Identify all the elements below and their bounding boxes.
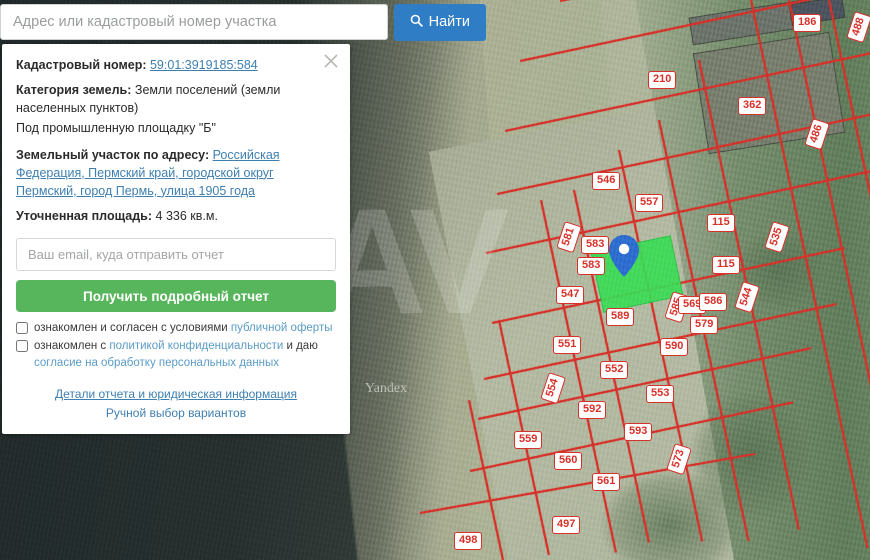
- consent-offer-text: ознакомлен и согласен с условиями публич…: [34, 321, 332, 337]
- search-button[interactable]: Найти: [393, 3, 486, 41]
- parcel-label[interactable]: 115: [707, 214, 735, 232]
- parcel-label[interactable]: 583: [581, 236, 610, 254]
- parcel-label[interactable]: 115: [712, 256, 740, 274]
- consent-privacy-row[interactable]: ознакомлен с политикой конфиденциальност…: [16, 339, 336, 355]
- parcel-label[interactable]: 586: [699, 293, 728, 311]
- land-category-label: Категория земель:: [16, 83, 132, 98]
- public-offer-link[interactable]: публичной оферты: [231, 322, 333, 334]
- consent-privacy-text: ознакомлен с политикой конфиденциальност…: [34, 339, 318, 355]
- panel-bottom-links: Детали отчета и юридическая информация Р…: [16, 386, 336, 423]
- parcel-label[interactable]: 590: [660, 338, 689, 356]
- parcel-label[interactable]: 592: [578, 401, 607, 419]
- parcel-label[interactable]: 561: [592, 473, 621, 491]
- parcel-label[interactable]: 553: [646, 385, 675, 403]
- search-button-label: Найти: [428, 14, 470, 30]
- parcel-label[interactable]: 589: [606, 308, 635, 326]
- consent-privacy-mid: и даю: [283, 339, 318, 352]
- privacy-policy-link[interactable]: политикой конфиденциальности: [109, 340, 283, 352]
- consent-privacy-pre: ознакомлен с: [34, 339, 110, 352]
- parcel-label[interactable]: 551: [553, 336, 582, 354]
- parcel-label[interactable]: 552: [600, 361, 629, 379]
- consent-offer-checkbox[interactable]: [16, 322, 28, 334]
- area-value: 4 336 кв.м.: [155, 208, 218, 223]
- report-details-link[interactable]: Детали отчета и юридическая информация: [16, 386, 336, 403]
- search-icon: [410, 14, 423, 31]
- parcel-label[interactable]: 560: [554, 452, 583, 470]
- parcel-label[interactable]: 186: [793, 14, 822, 32]
- search-bar[interactable]: Найти: [0, 3, 486, 41]
- area-row: Уточненная площадь: 4 336 кв.м.: [16, 207, 336, 225]
- consent-offer-row[interactable]: ознакомлен и согласен с условиями публич…: [16, 321, 336, 337]
- parcel-info-panel: Кадастровый номер: 59:01:3919185:584 Кат…: [2, 44, 350, 435]
- manual-selection-link[interactable]: Ручной выбор вариантов: [16, 405, 336, 422]
- parcel-label[interactable]: 579: [690, 316, 719, 334]
- parcel-label[interactable]: 547: [556, 286, 585, 304]
- get-report-button[interactable]: Получить подробный отчет: [16, 280, 336, 312]
- consent-privacy-continuation: согласие на обработку персональных данны…: [34, 356, 336, 372]
- parcel-label[interactable]: 583: [577, 257, 606, 275]
- land-category-row: Категория земель: Земли поселений (земли…: [16, 81, 336, 117]
- address-row: Земельный участок по адресу: Российская …: [16, 146, 336, 200]
- parcel-label[interactable]: 557: [635, 194, 664, 212]
- parcel-label[interactable]: 559: [514, 431, 543, 449]
- cadastral-number-row: Кадастровый номер: 59:01:3919185:584: [16, 56, 336, 74]
- land-category-note: Под промышленную площадку "Б": [16, 121, 216, 136]
- search-input[interactable]: [0, 4, 388, 40]
- address-label: Земельный участок по адресу:: [16, 147, 210, 162]
- close-icon[interactable]: [321, 51, 341, 71]
- parcel-label[interactable]: 593: [624, 423, 653, 441]
- personal-data-consent-link[interactable]: согласие на обработку персональных данны…: [34, 357, 279, 369]
- parcel-label[interactable]: 497: [552, 516, 581, 534]
- consent-privacy-checkbox[interactable]: [16, 339, 28, 352]
- cadastral-number-label: Кадастровый номер:: [16, 58, 147, 72]
- parcel-label[interactable]: 498: [454, 532, 483, 550]
- parcel-label[interactable]: 362: [738, 97, 767, 115]
- parcel-label[interactable]: 210: [648, 71, 677, 89]
- email-field[interactable]: [16, 238, 336, 271]
- cadastral-number-value[interactable]: 59:01:3919185:584: [150, 58, 258, 72]
- consent-offer-pre: ознакомлен и согласен с условиями: [34, 322, 231, 334]
- area-label: Уточненная площадь:: [16, 208, 153, 223]
- parcel-label[interactable]: 546: [592, 172, 621, 190]
